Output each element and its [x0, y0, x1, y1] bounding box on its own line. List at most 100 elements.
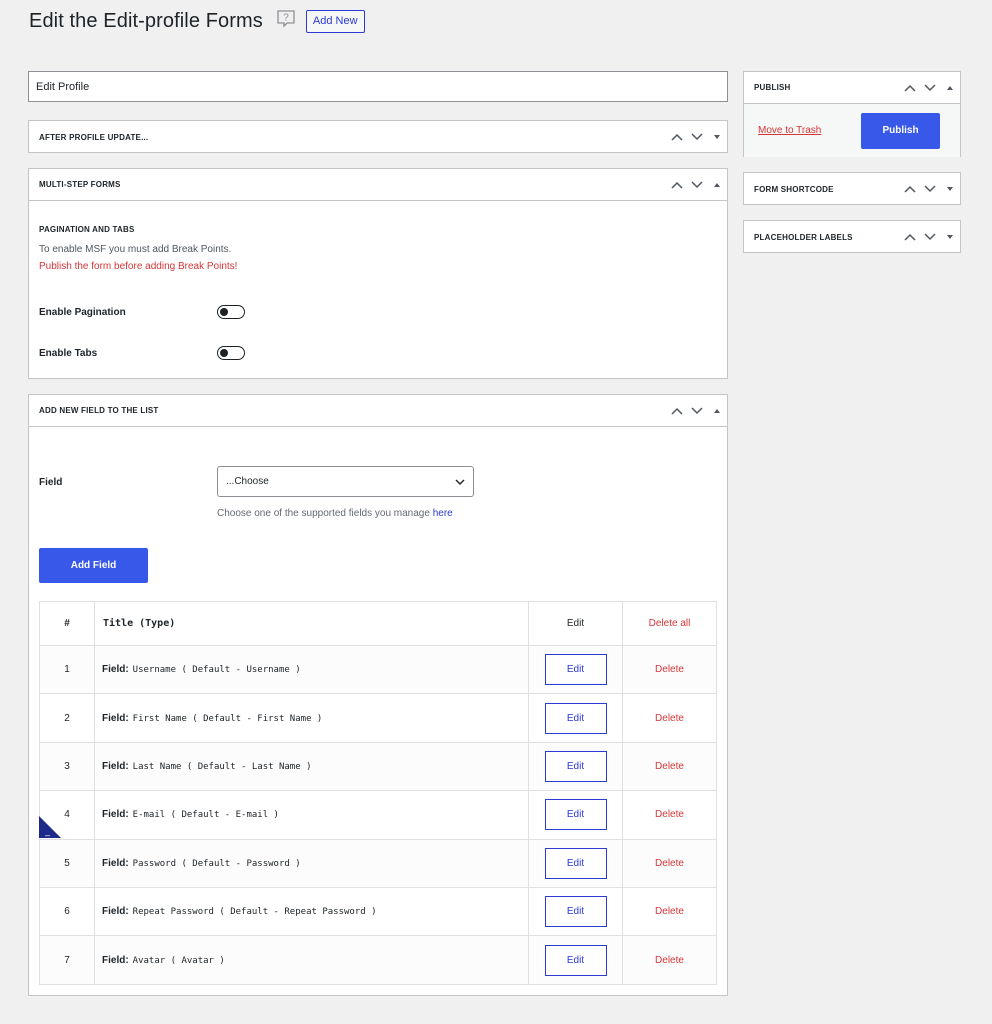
move-down-icon[interactable]: [687, 169, 707, 200]
row-title: Field: Last Name ( Default - Last Name ): [94, 741, 529, 792]
field-description-link[interactable]: here: [433, 508, 453, 519]
field-description-text: Choose one of the supported fields you m…: [217, 508, 430, 519]
row-title: Field: E-mail ( Default - E-mail ): [94, 790, 529, 840]
tabs-toggle[interactable]: [217, 346, 245, 360]
msf-note: To enable MSF you must add Break Points.: [39, 244, 232, 255]
table-row[interactable]: 1 Field: Username ( Default - Username ) Ed…: [39, 644, 717, 695]
row-edit-cell: Edit: [528, 886, 623, 937]
move-up-icon[interactable]: [900, 72, 920, 103]
row-number: 5: [39, 838, 95, 888]
pagination-toggle[interactable]: [217, 305, 245, 319]
field-prefix-label: Field:: [102, 809, 129, 821]
publish-button[interactable]: Publish: [861, 112, 940, 149]
column-header-edit: Edit: [528, 601, 623, 646]
field-title-value: Avatar ( Avatar ): [132, 955, 225, 966]
page-title: Edit the Edit-profile Forms: [29, 10, 263, 32]
delete-button[interactable]: Delete: [622, 790, 717, 840]
move-down-icon[interactable]: [920, 72, 940, 103]
field-title-value: E-mail ( Default - E-mail ): [132, 810, 279, 821]
edit-button[interactable]: Edit: [544, 750, 607, 782]
placeholder-labels-header[interactable]: PLACEHOLDER LABELS: [744, 221, 960, 253]
multi-step-forms-header[interactable]: MULTI-STEP FORMS: [29, 169, 727, 201]
row-title: Field: Password ( Default - Password ): [94, 838, 529, 888]
field-prefix-label: Field:: [102, 954, 129, 966]
pagination-row: Enable Pagination: [39, 305, 245, 319]
field-title-value: Password ( Default - Password ): [132, 858, 301, 869]
add-field-button[interactable]: Add Field: [39, 548, 148, 583]
multi-step-forms-box: MULTI-STEP FORMS PAGINATION AND TABS To …: [28, 168, 728, 379]
row-edit-cell: Edit: [528, 741, 623, 792]
toggle-panel-icon[interactable]: [707, 121, 727, 153]
breakpoint-marker-icon[interactable]: –: [39, 816, 61, 838]
field-prefix-label: Field:: [102, 760, 129, 772]
move-down-icon[interactable]: [687, 121, 707, 153]
publish-box: PUBLISH Move to Trash Publish: [743, 71, 961, 157]
publish-header[interactable]: PUBLISH: [744, 72, 960, 104]
row-number: 1: [39, 644, 95, 695]
table-header-row: # Title (Type) Edit Delete all: [39, 601, 717, 646]
delete-button[interactable]: Delete: [622, 693, 717, 743]
after-profile-update-box: AFTER PROFILE UPDATE...: [28, 120, 728, 153]
after-profile-update-header[interactable]: AFTER PROFILE UPDATE...: [29, 121, 727, 153]
table-row[interactable]: 3 Field: Last Name ( Default - Last Name )…: [39, 741, 717, 792]
move-up-icon[interactable]: [667, 121, 687, 153]
edit-button[interactable]: Edit: [544, 702, 607, 734]
toggle-panel-icon[interactable]: [940, 72, 960, 103]
field-prefix-label: Field:: [102, 664, 129, 676]
move-up-icon[interactable]: [667, 169, 687, 200]
add-new-field-title: ADD NEW FIELD TO THE LIST: [39, 406, 159, 415]
placeholder-labels-title: PLACEHOLDER LABELS: [754, 232, 853, 242]
table-row[interactable]: 5 Field: Password ( Default - Password ) Ed…: [39, 838, 717, 888]
row-title: Field: First Name ( Default - First Name …: [94, 693, 529, 743]
table-row[interactable]: 2 Field: First Name ( Default - First Name…: [39, 693, 717, 743]
field-prefix-label: Field:: [102, 906, 129, 918]
row-edit-cell: Edit: [528, 693, 623, 743]
form-shortcode-header[interactable]: FORM SHORTCODE: [744, 173, 960, 205]
pagination-tabs-subtitle: PAGINATION AND TABS: [39, 225, 135, 234]
edit-button[interactable]: Edit: [544, 654, 607, 686]
after-profile-update-title: AFTER PROFILE UPDATE...: [39, 132, 149, 142]
toggle-panel-icon[interactable]: [940, 221, 960, 253]
column-header-title: Title (Type): [94, 601, 529, 646]
field-title-value: Last Name ( Default - Last Name ): [132, 761, 312, 772]
row-number: 2: [39, 693, 95, 743]
toggle-panel-icon[interactable]: [940, 173, 960, 205]
delete-button[interactable]: Delete: [622, 644, 717, 695]
edit-button[interactable]: Edit: [544, 896, 607, 928]
row-edit-cell: Edit: [528, 935, 623, 985]
tabs-row: Enable Tabs: [39, 346, 245, 360]
move-down-icon[interactable]: [920, 173, 940, 205]
multi-step-forms-body: PAGINATION AND TABS To enable MSF you mu…: [29, 201, 727, 272]
edit-button[interactable]: Edit: [544, 944, 607, 976]
add-new-button[interactable]: Add New: [305, 10, 365, 33]
table-row[interactable]: 6 Field: Repeat Password ( Default - Repea…: [39, 886, 717, 937]
form-shortcode-box: FORM SHORTCODE: [743, 172, 961, 205]
toggle-panel-icon[interactable]: [707, 395, 727, 426]
move-down-icon[interactable]: [920, 221, 940, 253]
edit-button[interactable]: Edit: [544, 799, 607, 831]
toggle-panel-icon[interactable]: [707, 169, 727, 200]
delete-button[interactable]: Delete: [622, 886, 717, 937]
row-number: 7: [39, 935, 95, 985]
form-title-input[interactable]: [28, 71, 728, 102]
msf-warning: Publish the form before adding Break Poi…: [39, 261, 238, 272]
move-up-icon[interactable]: [900, 173, 920, 205]
field-title-value: Repeat Password ( Default - Repeat Passw…: [132, 907, 377, 918]
edit-button[interactable]: Edit: [544, 847, 607, 879]
field-select[interactable]: ...Choose: [217, 466, 474, 497]
delete-button[interactable]: Delete: [622, 838, 717, 888]
delete-all-button[interactable]: Delete all: [622, 601, 717, 646]
move-to-trash-link[interactable]: Move to Trash: [758, 125, 821, 136]
delete-button[interactable]: Delete: [622, 741, 717, 792]
move-down-icon[interactable]: [687, 395, 707, 426]
table-row[interactable]: 4 Field: E-mail ( Default - E-mail ) Edit De…: [39, 790, 717, 840]
move-up-icon[interactable]: [667, 395, 687, 426]
help-icon[interactable]: ?: [276, 9, 296, 29]
field-title-value: Username ( Default - Username ): [132, 665, 301, 676]
table-row[interactable]: 7 Field: Avatar ( Avatar ) Edit Delete: [39, 935, 717, 985]
delete-button[interactable]: Delete: [622, 935, 717, 985]
row-title: Field: Repeat Password ( Default - Repeat…: [94, 886, 529, 937]
move-up-icon[interactable]: [900, 221, 920, 253]
form-shortcode-title: FORM SHORTCODE: [754, 184, 834, 194]
add-new-field-header[interactable]: ADD NEW FIELD TO THE LIST: [29, 395, 727, 427]
